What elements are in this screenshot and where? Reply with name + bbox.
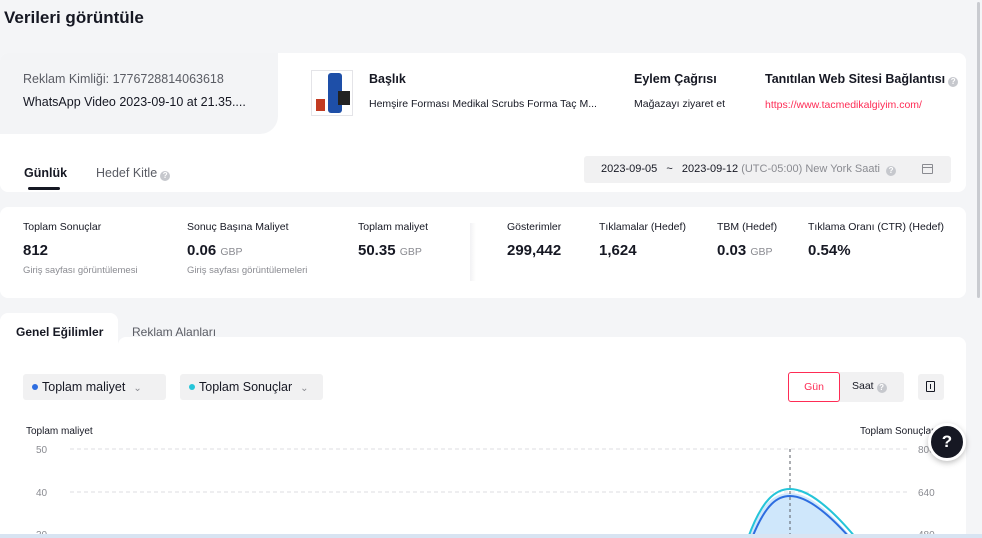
ad-info-card: Reklam Kimliği: 1776728814063618 WhatsAp… <box>0 53 966 192</box>
trend-tabs: Genel Eğilimler Reklam Alanları <box>0 313 966 351</box>
ad-website-label-text: Tanıtılan Web Sitesi Bağlantısı <box>765 72 946 86</box>
metric-value: 299,442 <box>507 242 561 259</box>
tab-general-trends[interactable]: Genel Eğilimler <box>0 313 118 351</box>
trend-chart: 50 40 30 800 640 480 <box>36 445 935 538</box>
ad-title-label: Başlık <box>369 72 406 86</box>
ad-title-column: Başlık Hemşire Forması Medikal Scrubs Fo… <box>369 72 597 110</box>
metric-number: 0.03 <box>717 242 747 259</box>
metric-value: 0.03 GBP <box>717 242 777 259</box>
metric-cpc: TBM (Hedef) 0.03 GBP <box>717 221 777 259</box>
metric-sub: Giriş sayfası görüntülemeleri <box>187 265 308 276</box>
bottom-strip <box>0 534 982 538</box>
ad-identity-box: Reklam Kimliği: 1776728814063618 WhatsAp… <box>0 53 278 134</box>
metric-ctr: Tıklama Oranı (CTR) (Hedef) 0.54% <box>808 221 944 259</box>
page-title: Verileri görüntüle <box>4 8 144 27</box>
help-icon[interactable]: ? <box>948 77 959 87</box>
tab-audience[interactable]: Hedef Kitle? <box>96 166 171 181</box>
metric-label: Tıklama Oranı (CTR) (Hedef) <box>808 221 944 233</box>
metric-label: Tıklamalar (Hedef) <box>599 221 686 233</box>
metric-label: Toplam Sonuçlar <box>23 221 102 233</box>
metric-number: 50.35 <box>358 242 396 259</box>
date-end: 2023-09-12 <box>681 163 739 175</box>
metrics-divider <box>470 223 476 281</box>
date-separator: ~ <box>666 163 673 175</box>
metric-unit: GBP <box>220 246 243 258</box>
metric-number: 299,442 <box>507 242 562 259</box>
ad-thumbnail[interactable] <box>311 70 353 116</box>
date-timezone: (UTC-05:00) New York Saati <box>741 163 880 175</box>
metric-value: 1,624 <box>599 242 686 259</box>
metric-label: Sonuç Başına Maliyet <box>187 221 289 233</box>
ad-name: WhatsApp Video 2023-09-10 at 21.35.... <box>23 95 246 109</box>
metric-number: 0.54% <box>808 242 851 259</box>
metric-total-cost: Toplam maliyet 50.35 GBP <box>358 221 428 259</box>
metric-label: Gösterimler <box>507 221 562 233</box>
ad-cta-label: Eylem Çağrısı <box>634 72 717 86</box>
metric-total-results: Toplam Sonuçlar 812 Giriş sayfası görünt… <box>23 221 138 276</box>
metric-label: TBM (Hedef) <box>717 221 778 233</box>
ad-cta-column: Eylem Çağrısı Mağazayı ziyaret et <box>634 72 725 110</box>
metric-label: Toplam maliyet <box>358 221 429 233</box>
tab-placements[interactable]: Reklam Alanları <box>132 325 216 339</box>
calendar-icon[interactable] <box>922 164 933 174</box>
left-tick: 40 <box>36 488 48 499</box>
trend-card: Toplam maliyet ⌄ Toplam Sonuçlar ⌄ Gün Saa… <box>0 351 966 538</box>
tab-audience-label: Hedef Kitle <box>96 166 158 180</box>
metric-clicks: Tıklamalar (Hedef) 1,624 <box>599 221 686 259</box>
metric-cost-per-result: Sonuç Başına Maliyet 0.06 GBP Giriş sayf… <box>187 221 307 276</box>
thumbnail-detail <box>338 91 350 105</box>
left-tick: 50 <box>36 445 48 456</box>
ad-cta-value: Mağazayı ziyaret et <box>634 98 726 110</box>
tab-active-indicator <box>28 187 60 190</box>
thumbnail-logo <box>316 99 325 111</box>
view-tabs: Günlük Hedef Kitle? 2023-09-05 ~ 2023-09… <box>0 155 966 192</box>
metric-value: 50.35 GBP <box>358 242 428 259</box>
metrics-card: Toplam Sonuçlar 812 Giriş sayfası görünt… <box>0 207 966 298</box>
scrollbar-thumb[interactable] <box>977 2 980 298</box>
metric-sub: Giriş sayfası görüntülemesi <box>23 265 138 276</box>
help-icon[interactable]: ? <box>160 171 171 181</box>
metric-value: 0.54% <box>808 242 944 259</box>
metric-unit: GBP <box>399 246 422 258</box>
help-fab-button[interactable]: ? <box>928 423 966 461</box>
tab-daily[interactable]: Günlük <box>24 166 67 180</box>
ad-website-link[interactable]: https://www.tacmedikalgiyim.com/ <box>765 99 958 111</box>
metric-value: 812 <box>23 242 138 259</box>
metric-impressions: Gösterimler 299,442 <box>507 221 561 259</box>
ad-title-value: Hemşire Forması Medikal Scrubs Forma Taç… <box>369 98 597 110</box>
ad-website-label: Tanıtılan Web Sitesi Bağlantısı? <box>765 72 959 87</box>
right-tick: 640 <box>918 488 935 499</box>
metric-value: 0.06 GBP <box>187 242 307 259</box>
ad-id: Reklam Kimliği: 1776728814063618 <box>23 72 224 86</box>
date-range-picker[interactable]: 2023-09-05 ~ 2023-09-12 (UTC-05:00) New … <box>584 156 951 183</box>
date-start: 2023-09-05 <box>601 163 658 175</box>
metric-number: 1,624 <box>599 242 637 259</box>
help-icon[interactable]: ? <box>886 166 897 176</box>
metric-number: 0.06 <box>187 242 217 259</box>
ad-website-column: Tanıtılan Web Sitesi Bağlantısı? https:/… <box>765 72 959 111</box>
metric-number: 812 <box>23 242 49 259</box>
metric-unit: GBP <box>750 246 773 258</box>
